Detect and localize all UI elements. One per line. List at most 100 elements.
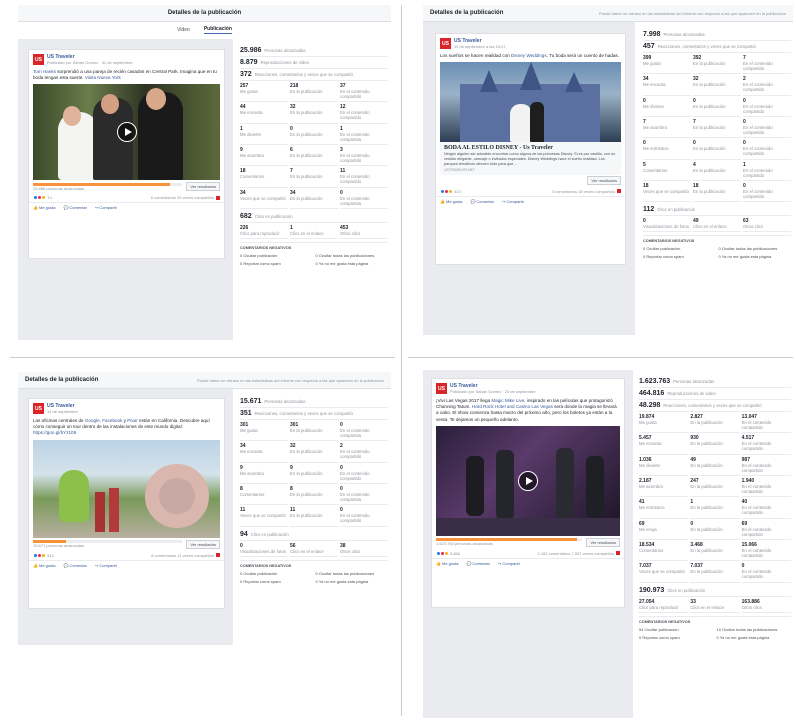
negative-feedback-item: 0 Ya no me gusta esta página xyxy=(716,634,770,640)
reach-label: 1.623.763 personas alcanzadas xyxy=(436,541,493,547)
panel-1: Detalles de la publicación Video Publica… xyxy=(18,5,391,340)
stat-cell: 27.054 Clics para reproducir xyxy=(639,597,689,613)
stat-cell: 33 Clics en el enlace xyxy=(690,597,740,613)
video-thumbnail[interactable] xyxy=(436,425,620,536)
video-thumbnail[interactable] xyxy=(33,84,220,181)
panel-title: Detalles de la publicación xyxy=(25,377,99,383)
stat-cell: 32 En la publicación xyxy=(290,102,338,124)
reaction-grid: 301 Me gusta 301 En la publicación 0 En el co… xyxy=(240,420,388,527)
stat-cell: 34 Me encanta xyxy=(240,441,288,463)
stat-cell: 1 En el contenido compartido xyxy=(340,124,388,145)
post-link-pixar[interactable]: Pixar xyxy=(127,418,137,423)
comments-shares[interactable]: 3 comentarios 18 veces compartido xyxy=(552,189,615,194)
post-text: Las oficinas centrales de Google, Facebo… xyxy=(33,418,210,436)
negative-feedback-item: 10 Ocultar todas las publicaciones xyxy=(716,626,778,632)
stat-cell: 4.517 En el contenido compartido xyxy=(741,433,791,455)
stat-cell: 12 En el contenido compartido xyxy=(340,102,388,124)
post-link-google[interactable]: Google xyxy=(85,418,100,423)
like-button[interactable]: 👍 Me gusta xyxy=(440,199,462,204)
like-button[interactable]: 👍 Me gusta xyxy=(436,561,458,566)
reaction-count[interactable]: 423 xyxy=(454,189,461,194)
castle-photo[interactable] xyxy=(440,62,621,143)
campus-photo[interactable] xyxy=(33,439,220,538)
stat-cell: 0 En el contenido compartido xyxy=(340,505,388,527)
reaction-count[interactable]: 342 xyxy=(47,553,54,558)
post-card: US US Traveler 14 de septiembre Las ofici… xyxy=(28,398,225,609)
comment-button[interactable]: 💬 Comentar xyxy=(466,561,490,566)
post-link-2[interactable]: Visita Nueva York xyxy=(85,75,121,80)
comment-button[interactable]: 💬 Comentar xyxy=(63,205,87,210)
stat-cell: 19.874 Me gusta xyxy=(639,412,689,434)
tab-video[interactable]: Video xyxy=(177,27,190,33)
vertical-divider xyxy=(401,5,402,716)
stat-cell: 56 Clics en el enlace xyxy=(290,541,338,557)
reactions-row: 5.866 2.182 comentarios 7.557 veces comp… xyxy=(432,549,624,558)
post-header: US US Traveler 15 de septiembre a las 15:… xyxy=(436,34,625,53)
reach-row: 25.986 personas alcanzadas Ver resultado… xyxy=(29,180,224,193)
post-meta: 14 de septiembre xyxy=(47,409,78,414)
negative-feedback-item: 0 Ocultar publicación xyxy=(240,253,278,259)
stat-cell: 257 Me gusta xyxy=(240,81,288,103)
stat-cell: 0 En el contenido compartido xyxy=(340,420,388,442)
comments-shares[interactable]: 2.182 comentarios 7.557 veces compartido xyxy=(538,551,615,556)
share-button[interactable]: ↪ Compartir xyxy=(498,561,520,566)
stats-panel: 1.623.763 Personas alcanzadas 464.816 Repr… xyxy=(639,376,791,640)
stat-cell: 0 En la publicación xyxy=(693,138,741,160)
stats-panel: 25.986 Personas alcanzadas 8.879 Reproducc… xyxy=(240,45,388,266)
reaction-count[interactable]: Tú xyxy=(47,195,52,200)
action-bar: 👍 Me gusta 💬 Comentar ↪ Compartir xyxy=(29,202,224,212)
action-bar: 👍 Me gusta 💬 Comentar ↪ Compartir xyxy=(436,195,625,206)
stat-cell: 7 En la publicación xyxy=(693,117,741,139)
stat-cell: 13.047 En el contenido compartido xyxy=(741,412,791,434)
play-icon[interactable] xyxy=(116,122,137,143)
dancer-shape xyxy=(466,455,484,516)
post-link-show[interactable]: Magic Mike Live xyxy=(491,398,524,403)
stat-cell: 9 Me asombra xyxy=(240,463,288,484)
post-card: US US Traveler 15 de septiembre a las 15:… xyxy=(435,33,626,265)
stat-cell: 15.066 En el contenido compartido xyxy=(741,540,791,562)
clicks-count: 94 xyxy=(240,530,248,538)
bride-shape xyxy=(510,104,532,143)
stat-cell: 0 En el contenido compartido xyxy=(743,181,791,203)
post-link-url[interactable]: https://goo.gl/bYz109 xyxy=(33,430,76,435)
results-button[interactable]: Ver resultados xyxy=(186,539,220,549)
engagement-count: 48.298 xyxy=(639,402,661,409)
video-views-count: 464.816 xyxy=(639,390,665,397)
comment-button[interactable]: 💬 Comentar xyxy=(470,199,494,204)
tab-publicacion[interactable]: Publicación xyxy=(203,26,232,34)
engagement-count: 372 xyxy=(240,71,252,78)
post-link[interactable]: Tom Hanks xyxy=(33,69,56,74)
reactions-row: Tú 6 comentarios 93 veces compartido xyxy=(29,193,224,202)
reaction-count[interactable]: 5.866 xyxy=(450,551,460,556)
horizontal-divider-right xyxy=(408,357,793,358)
stat-cell: 0 En el contenido compartido xyxy=(743,138,791,160)
negative-feedback-grid: 0 Ocultar publicación 0 Ocultar todas las… xyxy=(240,568,388,584)
play-icon[interactable] xyxy=(518,470,538,491)
stat-cell: 18 Comentarios xyxy=(240,166,288,188)
like-button[interactable]: 👍 Me gusta xyxy=(33,563,55,568)
post-link-hotel[interactable]: Hard Rock Hotel and Casino Las Vegas xyxy=(472,404,553,409)
results-button[interactable]: Ver resultados xyxy=(186,182,220,192)
share-button[interactable]: ↪ Compartir xyxy=(502,199,524,204)
stat-cell: 0 Me divierte xyxy=(643,96,691,117)
comments-shares[interactable]: 6 comentarios 93 veces compartido xyxy=(151,195,214,200)
post-link-facebook[interactable]: Facebook xyxy=(102,418,122,423)
like-button[interactable]: 👍 Me gusta xyxy=(33,205,55,210)
panel-title: Detalles de la publicación xyxy=(430,10,504,16)
stat-cell: 9 Me asombra xyxy=(240,145,288,167)
results-button[interactable]: Ver resultados xyxy=(587,175,621,185)
comments-shares[interactable]: 8 comentarios 11 veces compartido xyxy=(151,553,214,558)
reaction-grid: 19.874 Me gusta 2.827 En la publicación 13.0… xyxy=(639,412,791,583)
post-link[interactable]: Disney Weddings xyxy=(511,53,547,58)
horizontal-divider-left xyxy=(10,357,395,358)
negative-feedback-item: 0 Ya no me gusta esta página xyxy=(315,261,369,267)
link-preview[interactable]: BODA AL ESTILO DISNEY - Us Traveler Ning… xyxy=(440,142,621,175)
negative-feedback-item: 0 Reportar como spam xyxy=(240,578,281,584)
share-button[interactable]: ↪ Compartir xyxy=(95,205,117,210)
page-logo: US xyxy=(436,383,447,394)
comment-button[interactable]: 💬 Comentar xyxy=(63,563,87,568)
share-button[interactable]: ↪ Compartir xyxy=(95,563,117,568)
stat-cell: 301 En la publicación xyxy=(290,420,338,442)
stat-cell: 218 En la publicación xyxy=(290,81,338,103)
results-button[interactable]: Ver resultados xyxy=(586,537,620,547)
